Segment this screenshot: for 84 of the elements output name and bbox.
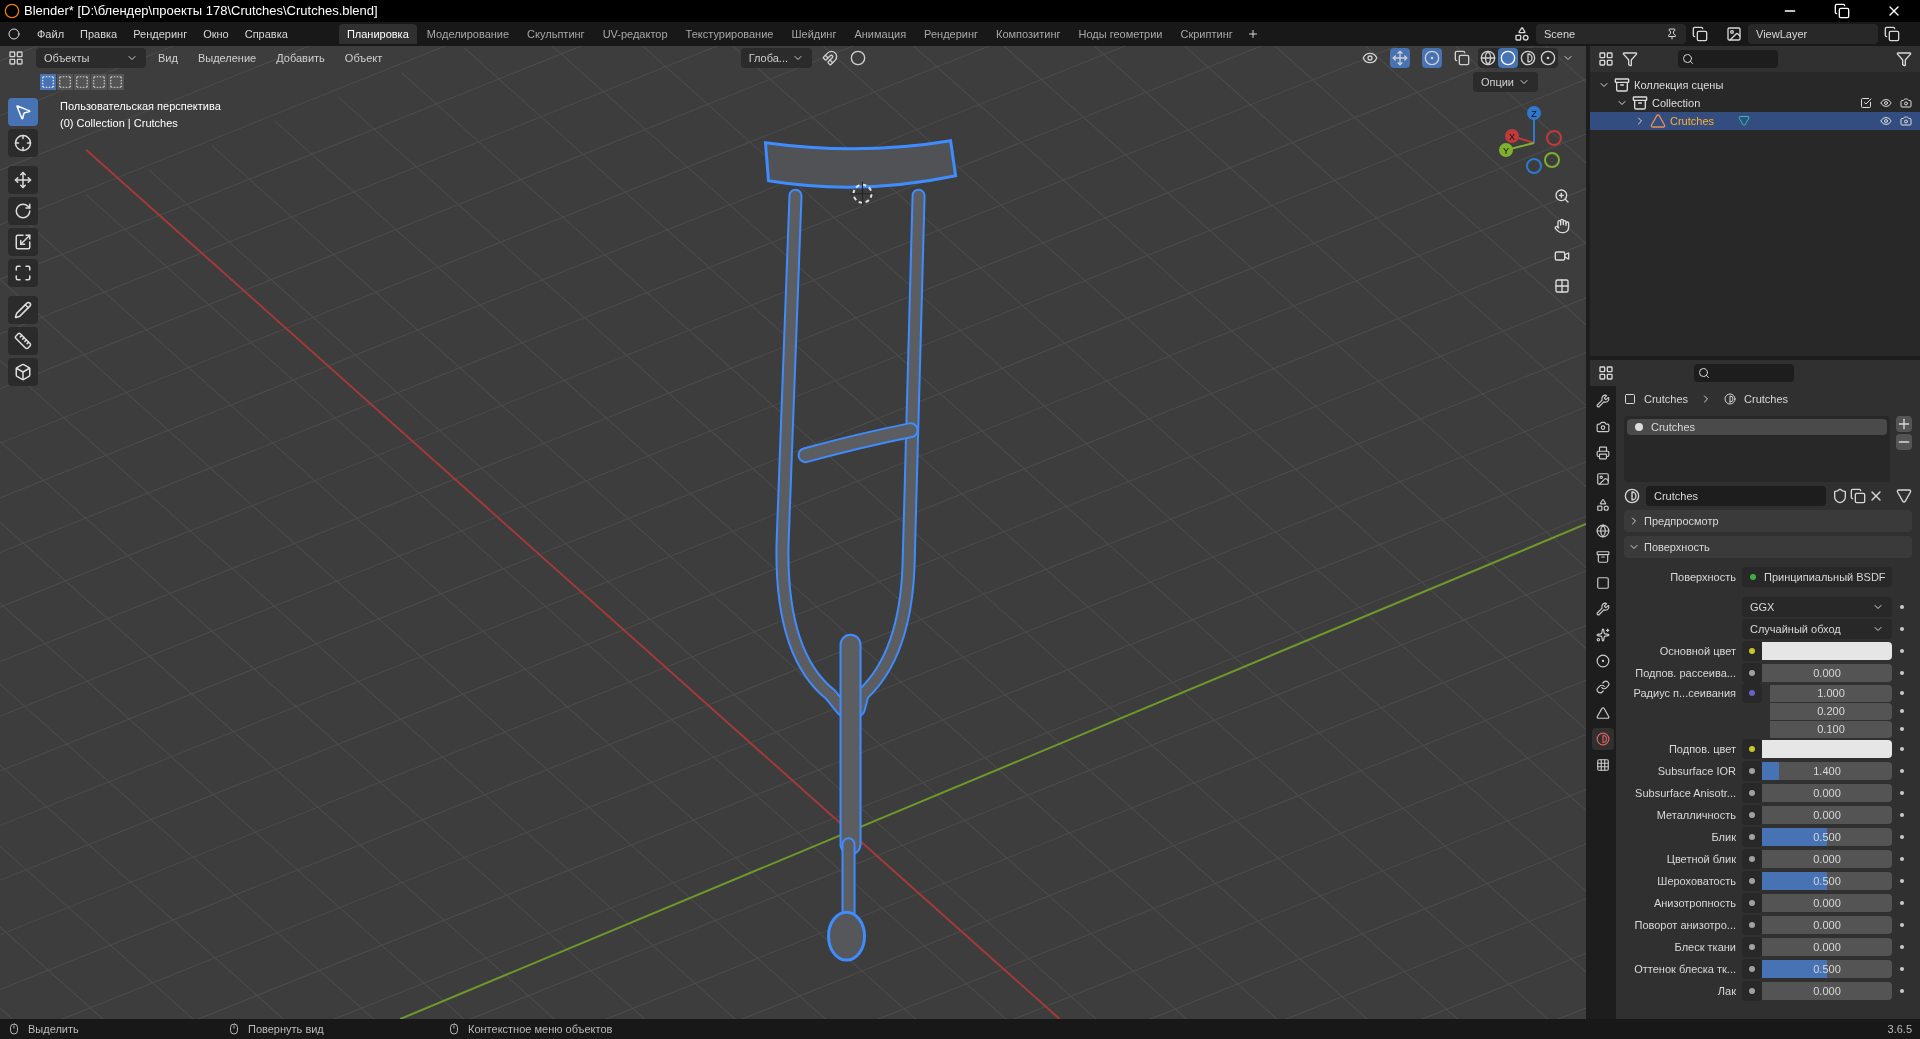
number-slider[interactable]: 0.000 bbox=[1762, 850, 1892, 868]
number-slider[interactable]: 1.400 bbox=[1762, 762, 1892, 780]
scene-name: Scene bbox=[1544, 26, 1576, 42]
number-slider[interactable]: 0.000 bbox=[1762, 894, 1892, 912]
panel-title: Поверхность bbox=[1644, 539, 1710, 555]
number-slider[interactable]: 0.000 bbox=[1762, 916, 1892, 934]
dropdown-field[interactable]: GGX bbox=[1742, 597, 1892, 617]
menu-item[interactable]: Файл bbox=[30, 25, 72, 43]
workspace-tab[interactable]: Анимация bbox=[846, 24, 915, 44]
number-slider[interactable]: 0.500 bbox=[1762, 828, 1892, 846]
workspace-tab[interactable]: Композитинг bbox=[988, 24, 1069, 44]
status-hint: Выделить bbox=[28, 1021, 79, 1037]
panel-title: Предпросмотр bbox=[1644, 513, 1719, 529]
outliner-item-label: Коллекция сцены bbox=[1634, 77, 1724, 93]
panel-header[interactable]: Предпросмотр bbox=[1624, 510, 1912, 532]
outliner-item-label: Crutches bbox=[1670, 113, 1715, 129]
viewport-info-text: (0) Collection | Crutches bbox=[60, 115, 179, 131]
scene-field[interactable]: Scene bbox=[1536, 24, 1686, 44]
outliner-item-label: Collection bbox=[1652, 95, 1701, 111]
options-dropdown[interactable]: Опции bbox=[1472, 72, 1538, 92]
view-layer-field[interactable]: ViewLayer bbox=[1748, 24, 1878, 44]
workspace-tab[interactable]: Рендеринг bbox=[916, 24, 987, 44]
status-hint: Контекстное меню объектов bbox=[468, 1021, 613, 1037]
property-label: Subsurface IOR bbox=[1656, 763, 1737, 779]
number-slider[interactable]: 0.000 bbox=[1762, 664, 1892, 682]
menu-item[interactable]: Окно bbox=[196, 25, 236, 43]
workspace-tab[interactable]: UV-редактор bbox=[594, 24, 676, 44]
workspace-tab[interactable]: Ноды геометрии bbox=[1070, 24, 1171, 44]
number-field[interactable]: 1.000 bbox=[1770, 684, 1892, 702]
workspace-tab[interactable]: Планировка bbox=[338, 24, 417, 44]
property-label: Радиус п...сеивания bbox=[1632, 685, 1737, 701]
material-name-field[interactable]: Crutches bbox=[1646, 486, 1826, 506]
menu-item[interactable]: Правка bbox=[73, 25, 125, 43]
property-label: Подпов. цвет bbox=[1667, 741, 1737, 757]
number-field[interactable]: 0.100 bbox=[1770, 720, 1892, 738]
property-label: Лак bbox=[1716, 983, 1737, 999]
property-label: Оттенок блеска тк... bbox=[1633, 961, 1737, 977]
property-label: Блеск ткани bbox=[1673, 939, 1737, 955]
menu-item[interactable]: Справка bbox=[237, 25, 295, 43]
workspace-tab[interactable]: Шейдинг bbox=[783, 24, 845, 44]
property-label: Цветной блик bbox=[1665, 851, 1737, 867]
outliner-row[interactable]: Коллекция сцены bbox=[1590, 76, 1920, 94]
property-label: Шероховатость bbox=[1656, 873, 1737, 889]
property-label: Поворот анизотро... bbox=[1633, 917, 1737, 933]
number-slider[interactable]: 0.500 bbox=[1762, 960, 1892, 978]
dropdown-field[interactable]: Случайный обход bbox=[1742, 619, 1892, 639]
orientation-dropdown[interactable]: Глоба... bbox=[740, 48, 812, 68]
menu-item[interactable]: Объект bbox=[336, 49, 391, 67]
menu-item[interactable]: Вид bbox=[150, 49, 186, 67]
panel-header[interactable]: Поверхность bbox=[1624, 536, 1912, 558]
number-slider[interactable]: 0.500 bbox=[1762, 872, 1892, 890]
workspace-tab[interactable]: Моделирование bbox=[418, 24, 518, 44]
workspace-tab[interactable]: Скриптинг bbox=[1172, 24, 1241, 44]
window-title: Blender* [D:\блендер\проекты 178\Crutches\Crutches.blend] bbox=[24, 2, 378, 21]
status-hint: Повернуть вид bbox=[248, 1021, 324, 1037]
property-label: Блик bbox=[1710, 829, 1737, 845]
property-label: Основной цвет bbox=[1658, 643, 1737, 659]
breadcrumb-item: Crutches bbox=[1744, 391, 1789, 407]
menu-item[interactable]: Рендеринг bbox=[126, 25, 195, 43]
property-label: Анизотропность bbox=[1652, 895, 1737, 911]
view-layer-name: ViewLayer bbox=[1756, 26, 1808, 42]
number-field[interactable]: 0.200 bbox=[1770, 702, 1892, 720]
navigation-gizmo-drawing[interactable]: X Y Z bbox=[1494, 98, 1574, 178]
mode-dropdown[interactable]: Объекты bbox=[36, 48, 146, 68]
property-label: Подпов. рассеива... bbox=[1634, 665, 1737, 681]
property-label: Металличность bbox=[1655, 807, 1737, 823]
workspace-tab[interactable]: Текстурирование bbox=[677, 24, 782, 44]
outliner-row[interactable]: Collection bbox=[1590, 94, 1920, 112]
shader-field[interactable]: Принципиальный BSDF bbox=[1742, 567, 1892, 587]
viewport-info-text: Пользовательская перспектива bbox=[60, 99, 221, 114]
material-slot[interactable]: Crutches bbox=[1627, 419, 1887, 435]
version-label: 3.6.5 bbox=[1887, 1021, 1912, 1037]
outliner-row[interactable]: Crutches bbox=[1590, 112, 1920, 130]
breadcrumb-item: Crutches bbox=[1644, 391, 1689, 407]
number-slider[interactable]: 0.000 bbox=[1762, 806, 1892, 824]
number-slider[interactable]: 0.000 bbox=[1762, 938, 1892, 956]
property-label: Поверхность bbox=[1669, 569, 1737, 585]
workspace-tab[interactable]: Скульптинг bbox=[519, 24, 593, 44]
property-label: Subsurface Anisotr... bbox=[1634, 785, 1737, 801]
menu-item[interactable]: Добавить bbox=[268, 49, 333, 67]
menu-item[interactable]: Выделение bbox=[189, 49, 265, 67]
number-slider[interactable]: 0.000 bbox=[1762, 982, 1892, 1000]
number-slider[interactable]: 0.000 bbox=[1762, 784, 1892, 802]
shader-name: Принципиальный BSDF bbox=[1764, 569, 1886, 585]
